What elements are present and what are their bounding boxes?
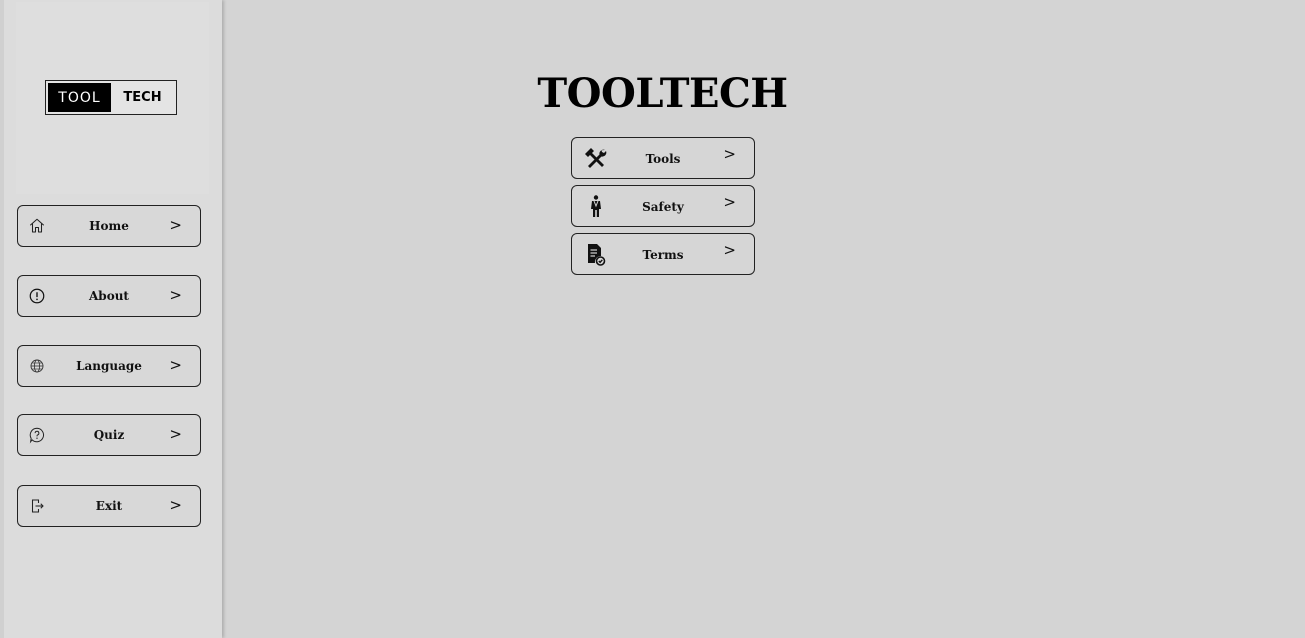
sidebar-item-language[interactable]: Language > (17, 345, 201, 387)
logo-tool-text: TOOL (48, 83, 111, 112)
chevron-right-icon: > (723, 241, 736, 259)
logo-panel: TOOL TECH (16, 2, 209, 194)
tools-button[interactable]: Tools > (571, 137, 755, 179)
chevron-right-icon: > (169, 496, 182, 515)
sidebar-item-home[interactable]: Home > (17, 205, 201, 247)
sidebar-item-about[interactable]: About > (17, 275, 201, 317)
chevron-right-icon: > (169, 425, 182, 444)
safety-button[interactable]: Safety > (571, 185, 755, 227)
sidebar-edge (0, 0, 4, 638)
chevron-right-icon: > (723, 145, 736, 163)
tooltech-logo[interactable]: TOOL TECH (45, 80, 177, 115)
sidebar-item-exit[interactable]: Exit > (17, 485, 201, 527)
chevron-right-icon: > (169, 356, 182, 375)
logo-tech-text: TECH (123, 90, 162, 105)
sidebar: TOOL TECH Home > About > Language > Quiz… (0, 0, 222, 638)
chevron-right-icon: > (169, 216, 182, 235)
sidebar-item-quiz[interactable]: Quiz > (17, 414, 201, 456)
chevron-right-icon: > (169, 286, 182, 305)
page-title: TOOLTECH (537, 70, 788, 117)
chevron-right-icon: > (723, 193, 736, 211)
terms-button[interactable]: Terms > (571, 233, 755, 275)
